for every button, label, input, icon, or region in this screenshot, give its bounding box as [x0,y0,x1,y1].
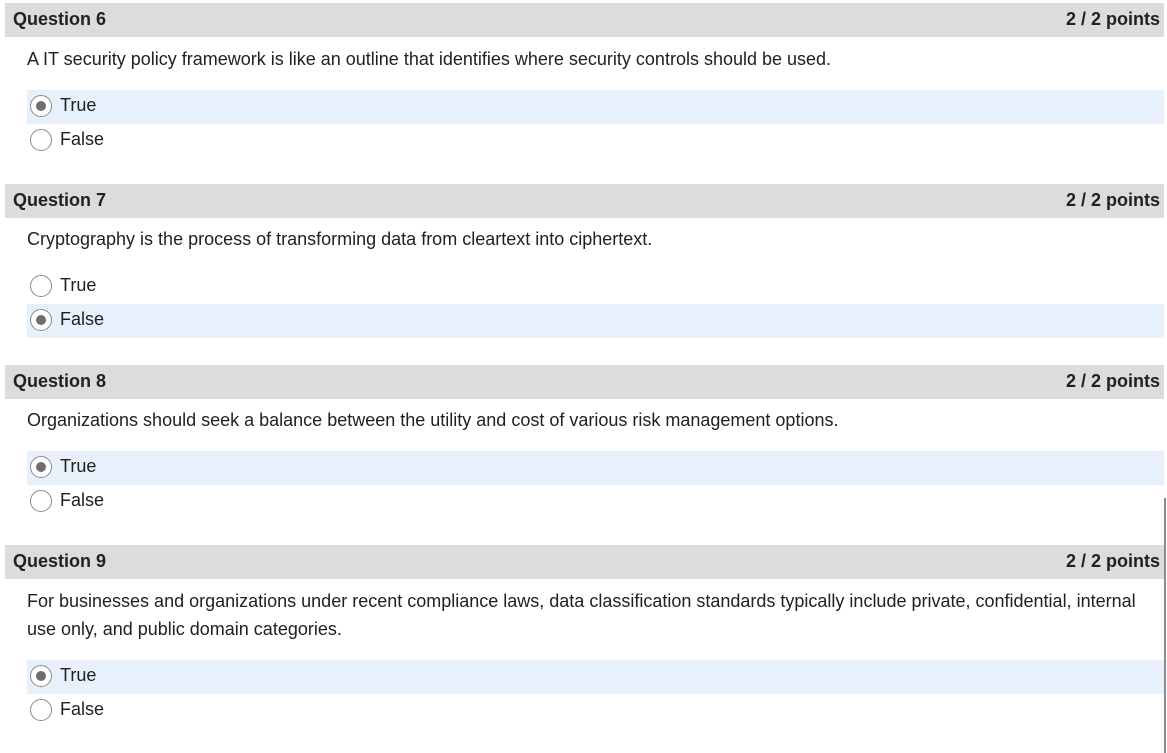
radio-dot [36,315,46,325]
question-title: Question 6 [13,9,107,29]
question-header: Question 8 2 / 2 points [5,365,1164,399]
option-true[interactable]: True [27,90,1164,124]
question-header: Question 6 2 / 2 points [5,3,1164,37]
question-header: Question 9 2 / 2 points [5,545,1164,579]
quiz-results-page: Question 6 2 / 2 points A IT security po… [0,0,1167,753]
option-label: True [60,665,97,685]
option-label: True [60,95,97,115]
option-false[interactable]: False [27,304,1164,338]
radio-button[interactable] [30,456,52,478]
option-label: False [60,309,105,329]
option-true[interactable]: True [27,451,1164,485]
radio-dot [36,101,46,111]
radio-button[interactable] [30,490,52,512]
option-label: True [60,456,97,476]
option-false[interactable]: False [27,485,1164,519]
radio-button[interactable] [30,309,52,331]
question-text: For businesses and organizations under r… [27,591,1136,639]
question-text: Organizations should seek a balance betw… [27,410,839,430]
question-title: Question 8 [13,371,107,391]
option-false[interactable]: False [27,694,1164,728]
option-false[interactable]: False [27,124,1164,158]
question-points: 2 / 2 points [1065,371,1160,391]
question-title: Question 7 [13,190,107,210]
question-text: Cryptography is the process of transform… [27,229,653,249]
option-label: False [60,699,105,719]
option-label: False [60,490,105,510]
question-points: 2 / 2 points [1065,9,1160,29]
option-label: True [60,275,97,295]
option-true[interactable]: True [27,660,1164,694]
radio-button[interactable] [30,275,52,297]
question-text: A IT security policy framework is like a… [27,49,832,69]
question-points: 2 / 2 points [1065,551,1160,571]
radio-button[interactable] [30,129,52,151]
radio-button[interactable] [30,95,52,117]
radio-dot [36,671,46,681]
question-header: Question 7 2 / 2 points [5,184,1164,218]
scrollbar-edge[interactable] [1164,498,1166,753]
radio-button[interactable] [30,665,52,687]
question-points: 2 / 2 points [1065,190,1160,210]
question-title: Question 9 [13,551,107,571]
option-label: False [60,129,105,149]
radio-dot [36,462,46,472]
option-true[interactable]: True [27,270,1164,304]
radio-button[interactable] [30,699,52,721]
